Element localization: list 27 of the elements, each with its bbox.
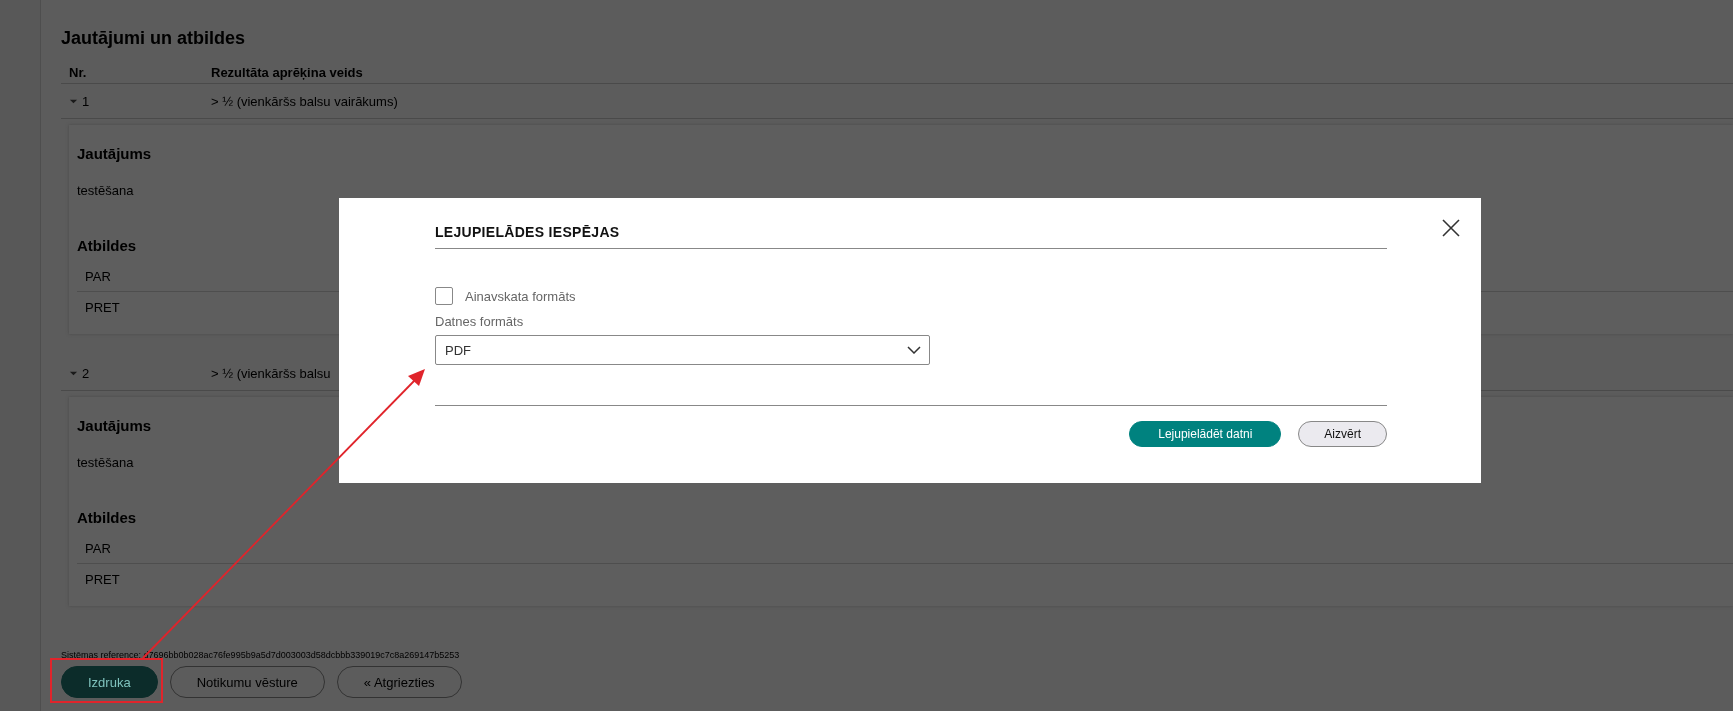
checkbox-label: Ainavskata formāts xyxy=(465,288,576,304)
section-title: Jautājumi un atbildes xyxy=(61,28,247,49)
table-cell: > ½ (vienkāršs balsu vairākums) xyxy=(211,93,398,109)
checkbox[interactable] xyxy=(435,287,453,305)
dialog-title: LEJUPIELĀDES IESPĒJAS xyxy=(435,224,1387,249)
field-label: Datnes formāts xyxy=(435,314,524,329)
answer-text: PRET xyxy=(85,299,120,315)
question-text: testēšana xyxy=(77,183,134,198)
row-number: 2 xyxy=(82,365,90,381)
chevron-down-icon xyxy=(907,346,921,354)
dialog-button[interactable]: Aizvērt xyxy=(1298,421,1387,447)
row-number: 1 xyxy=(82,93,90,109)
column-header: Nr. xyxy=(69,64,88,80)
question-text: testēšana xyxy=(77,455,134,470)
answer-text: PAR xyxy=(85,540,111,556)
answers-label: Atbildes xyxy=(77,237,137,254)
answer-text: PRET xyxy=(85,571,120,587)
question-label: Jautājums xyxy=(77,145,152,162)
answers-label: Atbildes xyxy=(77,509,137,526)
question-label: Jautājums xyxy=(77,417,152,434)
action-button[interactable]: Izdruka xyxy=(61,666,158,698)
answer-text: PAR xyxy=(85,268,111,284)
format-dropdown[interactable]: PDF xyxy=(435,335,930,365)
close-icon[interactable] xyxy=(1441,218,1461,238)
table-cell: > ½ (vienkāršs balsu xyxy=(211,365,331,381)
dialog-button[interactable]: Lejupielādēt datni xyxy=(1129,421,1282,447)
column-header: Rezultāta aprēķina veids xyxy=(211,64,363,80)
